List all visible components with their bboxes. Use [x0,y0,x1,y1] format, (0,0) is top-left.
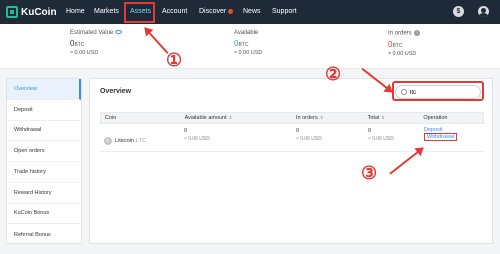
estimated-label: Estimated Value [70,30,114,36]
user-icon[interactable] [478,6,489,17]
panel-title: Overview [100,88,132,95]
annotation-1: ① [166,50,183,70]
coin-name: Litecoin [115,137,134,144]
sidebar-item-deposit[interactable]: Deposit [7,100,81,121]
coin-ticker: LTC [135,137,146,144]
in-orders-unit: BTC [392,42,403,49]
col-available-label: Available amount [184,115,227,121]
asset-summary: Estimated Value 0BTC ≈ 0.00 USD Availabl… [0,24,500,69]
nav-discover[interactable]: Discover [199,8,234,15]
available-label: Available [234,30,259,36]
dollar-icon[interactable]: $ [453,6,464,17]
nav-home[interactable]: Home [66,8,85,15]
sidebar-item-kucoin-bonus[interactable]: KuCoin Bonus [7,204,81,225]
top-nav: KuCoin Home Markets Assets Account Disco… [0,0,500,24]
sidebar-item-reward-history[interactable]: Reward History [7,183,81,204]
logo-text: KuCoin [21,6,57,18]
table-row: Ł Litecoin LTC 0 ≈ 0.00 USD 0 ≈ 0.00 USD… [100,124,484,152]
in-orders-value: In orders? 0BTC ≈ 0.00 USD [388,30,420,57]
kucoin-logo[interactable]: KuCoin [6,6,57,18]
col-total-label: Total [367,115,380,121]
withdrawal-link[interactable]: Withdrawal [424,133,458,141]
coin-cell: Ł Litecoin LTC [100,124,180,151]
in-orders-label: In orders [388,30,412,37]
sidebar-item-trade-history[interactable]: Trade history [7,162,81,183]
table-header: Coin Available amount ⇕ In orders ⇕ Total ⇕… [100,112,484,124]
in-orders-cell: 0 ≈ 0.00 USD [292,124,364,151]
col-coin: Coin [105,115,117,121]
in-orders-fiat: ≈ 0.00 USD [296,136,322,142]
assets-sidebar: Overview Deposit Withdrawal Open orders … [6,78,82,244]
info-icon[interactable]: ? [413,30,420,36]
sidebar-item-open-orders[interactable]: Open orders [7,141,81,162]
annotation-3: ③ [361,163,378,183]
assets-table: Coin Available amount ⇕ In orders ⇕ Total ⇕… [100,112,484,152]
in-orders-amount: 0 [296,128,300,134]
annotation-2: ② [325,64,342,84]
col-operation: Operation [423,115,448,121]
kucoin-logo-icon [6,6,18,18]
available-unit: BTC [238,42,249,48]
total-fiat: ≈ 0.00 USD [368,136,394,142]
col-in-orders[interactable]: In orders ⇕ [292,115,364,121]
in-orders-fiat: ≈ 0.00 USD [388,50,417,57]
available-amount: 0 [184,128,188,134]
available-fiat: ≈ 0.00 USD [184,136,210,142]
sidebar-item-withdrawal[interactable]: Withdrawal [7,121,81,142]
search-highlight-box [392,81,484,101]
sort-icon: ⇕ [319,115,324,120]
nav-markets[interactable]: Markets [94,8,119,15]
sort-icon: ⇕ [381,115,386,120]
total-cell: 0 ≈ 0.00 USD [364,124,420,151]
estimated-unit: BTC [74,42,85,48]
col-in-orders-label: In orders [295,115,318,121]
available-fiat: ≈ 0.00 USD [234,50,263,56]
operation-cell: Deposit Withdrawal [420,124,484,151]
available-value: Available 0BTC ≈ 0.00 USD [234,30,262,56]
litecoin-icon: Ł [104,136,112,145]
eye-icon[interactable] [115,30,123,35]
nav-discover-label: Discover [199,8,227,15]
estimated-value: Estimated Value 0BTC ≈ 0.00 USD [70,30,123,56]
col-total[interactable]: Total ⇕ [364,115,420,121]
available-cell: 0 ≈ 0.00 USD [180,124,292,151]
assets-highlight-box [124,2,155,23]
sidebar-item-overview[interactable]: Overview [7,79,81,100]
col-available[interactable]: Available amount ⇕ [181,115,292,121]
sort-icon: ⇕ [228,115,233,120]
nav-account[interactable]: Account [162,8,187,15]
sidebar-item-referral-bonus[interactable]: Referral Bonus [7,224,81,245]
nav-news[interactable]: News [243,8,261,15]
overview-panel: Overview Coin Available amount⇕ In order… [89,78,493,244]
nav-support[interactable]: Support [272,8,297,15]
estimated-fiat: ≈ 0.00 USD [70,50,99,56]
fire-icon [228,8,234,14]
total-amount: 0 [368,128,372,134]
